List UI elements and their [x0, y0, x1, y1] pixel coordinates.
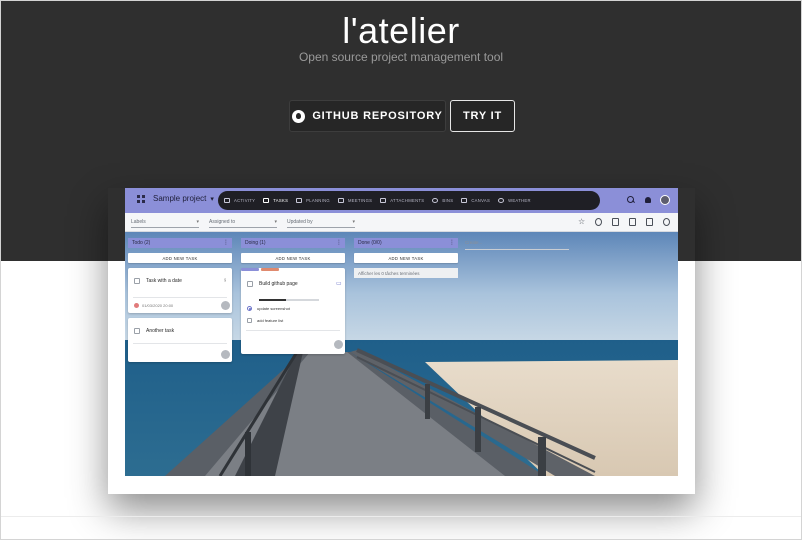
nav-item-attachments[interactable]: ATTACHMENTS [380, 198, 424, 203]
star-icon[interactable]: ☆ [578, 218, 585, 226]
checklist-item-label: update screenshot [257, 306, 290, 311]
nav-label: BINS [442, 198, 454, 203]
notifications-icon[interactable] [644, 196, 652, 204]
github-button-label: GITHUB REPOSITORY [312, 110, 443, 122]
checklist-progress-fill [259, 299, 286, 301]
task-card[interactable]: Task with a date § 01/03/2020 20:00 [128, 268, 232, 313]
task-card[interactable]: Build github page ▭ update screenshot ad… [241, 268, 345, 354]
nav-label: MEETINGS [347, 198, 373, 203]
nav-label: ATTACHMENTS [390, 198, 425, 203]
task-due-date: 01/03/2020 20:00 [142, 303, 174, 308]
card-divider [246, 330, 340, 331]
chevron-down-icon: ▾ [210, 195, 214, 203]
nav-item-planning[interactable]: PLANNING [296, 198, 330, 203]
clock-icon [134, 303, 139, 308]
weather-icon [498, 198, 505, 203]
nav-item-tasks[interactable]: TASKS [263, 198, 288, 203]
project-selector[interactable]: Sample project ▾ [137, 194, 214, 203]
new-column-input[interactable]: Create... [465, 240, 569, 250]
add-task-button-done[interactable]: ADD NEW TASK [354, 253, 458, 263]
add-task-button-todo[interactable]: ADD NEW TASK [128, 253, 232, 263]
footer-divider [0, 516, 802, 517]
assigned-filter[interactable]: Assigned to [209, 219, 277, 228]
github-repository-button[interactable]: GITHUB REPOSITORY [289, 100, 446, 132]
nav-label: CANVAS [471, 198, 491, 203]
label-chip [261, 268, 279, 271]
column-title: Doing (1) [245, 240, 266, 246]
tasks-icon [263, 198, 270, 203]
comment-icon: ▭ [336, 281, 342, 287]
column-title: Done (0/0) [358, 240, 382, 246]
task-title: Build github page [259, 281, 298, 287]
trash-icon[interactable] [629, 218, 636, 226]
nav-label: ACTIVITY [234, 198, 256, 203]
filter-bar: Labels Assigned to Updated by ☆ [125, 213, 678, 232]
planning-icon [296, 198, 303, 203]
checklist-progress [259, 299, 319, 301]
try-it-label: TRY IT [462, 110, 503, 122]
app-topbar: Sample project ▾ ACTIVITY TASKS PLANNING… [125, 188, 678, 213]
column-header-done: Done (0/0) ⋮ [354, 238, 458, 248]
column-title: Todo (2) [132, 240, 151, 246]
nav-item-bins[interactable]: BINS [432, 198, 453, 203]
toolbar-icons: ☆ [568, 218, 670, 226]
card-divider [133, 297, 227, 298]
attachments-icon [380, 198, 387, 203]
more-vert-icon[interactable]: ⋮ [336, 239, 342, 246]
activity-icon [224, 198, 230, 203]
nav-item-canvas[interactable]: CANVAS [461, 198, 490, 203]
topbar-actions [618, 195, 670, 205]
apps-grid-icon [137, 194, 145, 203]
task-card[interactable]: Another task [128, 318, 232, 362]
meetings-icon [337, 198, 344, 203]
nav-label: WEATHER [508, 198, 531, 203]
nav-label: TASKS [273, 198, 289, 203]
app-screenshot: Sample project ▾ ACTIVITY TASKS PLANNING… [125, 188, 678, 476]
more-vert-icon[interactable]: ⋮ [223, 239, 229, 246]
task-checkbox[interactable] [134, 328, 140, 334]
canvas-icon [461, 198, 468, 203]
bins-icon [432, 198, 439, 203]
nav-item-weather[interactable]: WEATHER [498, 198, 531, 203]
card-divider [133, 343, 227, 344]
assignee-avatar [221, 350, 230, 359]
label-chip [241, 268, 259, 271]
search-icon[interactable] [627, 196, 635, 204]
project-name: Sample project [153, 194, 207, 203]
hero-subtitle: Open source project management tool [298, 50, 504, 64]
user-avatar[interactable] [660, 195, 670, 205]
more-vert-icon[interactable]: ⋮ [449, 239, 455, 246]
github-icon [292, 109, 306, 123]
show-completed-tasks[interactable]: Afficher les 0 tâches terminées [354, 268, 458, 278]
hero-title: l'atelier [342, 10, 460, 51]
mail-icon[interactable] [612, 218, 619, 226]
nav-label: PLANNING [306, 198, 330, 203]
settings-icon[interactable] [663, 218, 670, 226]
document-icon[interactable] [646, 218, 653, 226]
nav-item-meetings[interactable]: MEETINGS [337, 198, 373, 203]
column-header-todo: Todo (2) ⋮ [128, 238, 232, 248]
task-title: Task with a date [146, 278, 182, 284]
attachment-icon: § [224, 277, 227, 282]
task-title: Another task [146, 328, 175, 334]
checklist-checkbox[interactable] [247, 318, 252, 323]
labels-filter[interactable]: Labels [131, 219, 199, 228]
task-checkbox[interactable] [134, 278, 140, 284]
section-nav: ACTIVITY TASKS PLANNING MEETINGS ATTACHM… [218, 191, 600, 210]
try-it-button[interactable]: TRY IT [450, 100, 515, 132]
history-icon[interactable] [595, 218, 602, 226]
updated-filter[interactable]: Updated by [287, 219, 355, 228]
checklist-item-checked[interactable] [247, 306, 252, 311]
add-task-button-doing[interactable]: ADD NEW TASK [241, 253, 345, 263]
nav-item-activity[interactable]: ACTIVITY [224, 198, 255, 203]
task-checkbox[interactable] [247, 281, 253, 287]
column-header-doing: Doing (1) ⋮ [241, 238, 345, 248]
checklist-item-label: add feature list [257, 318, 284, 323]
assignee-avatar [334, 340, 343, 349]
assignee-avatar [221, 301, 230, 310]
